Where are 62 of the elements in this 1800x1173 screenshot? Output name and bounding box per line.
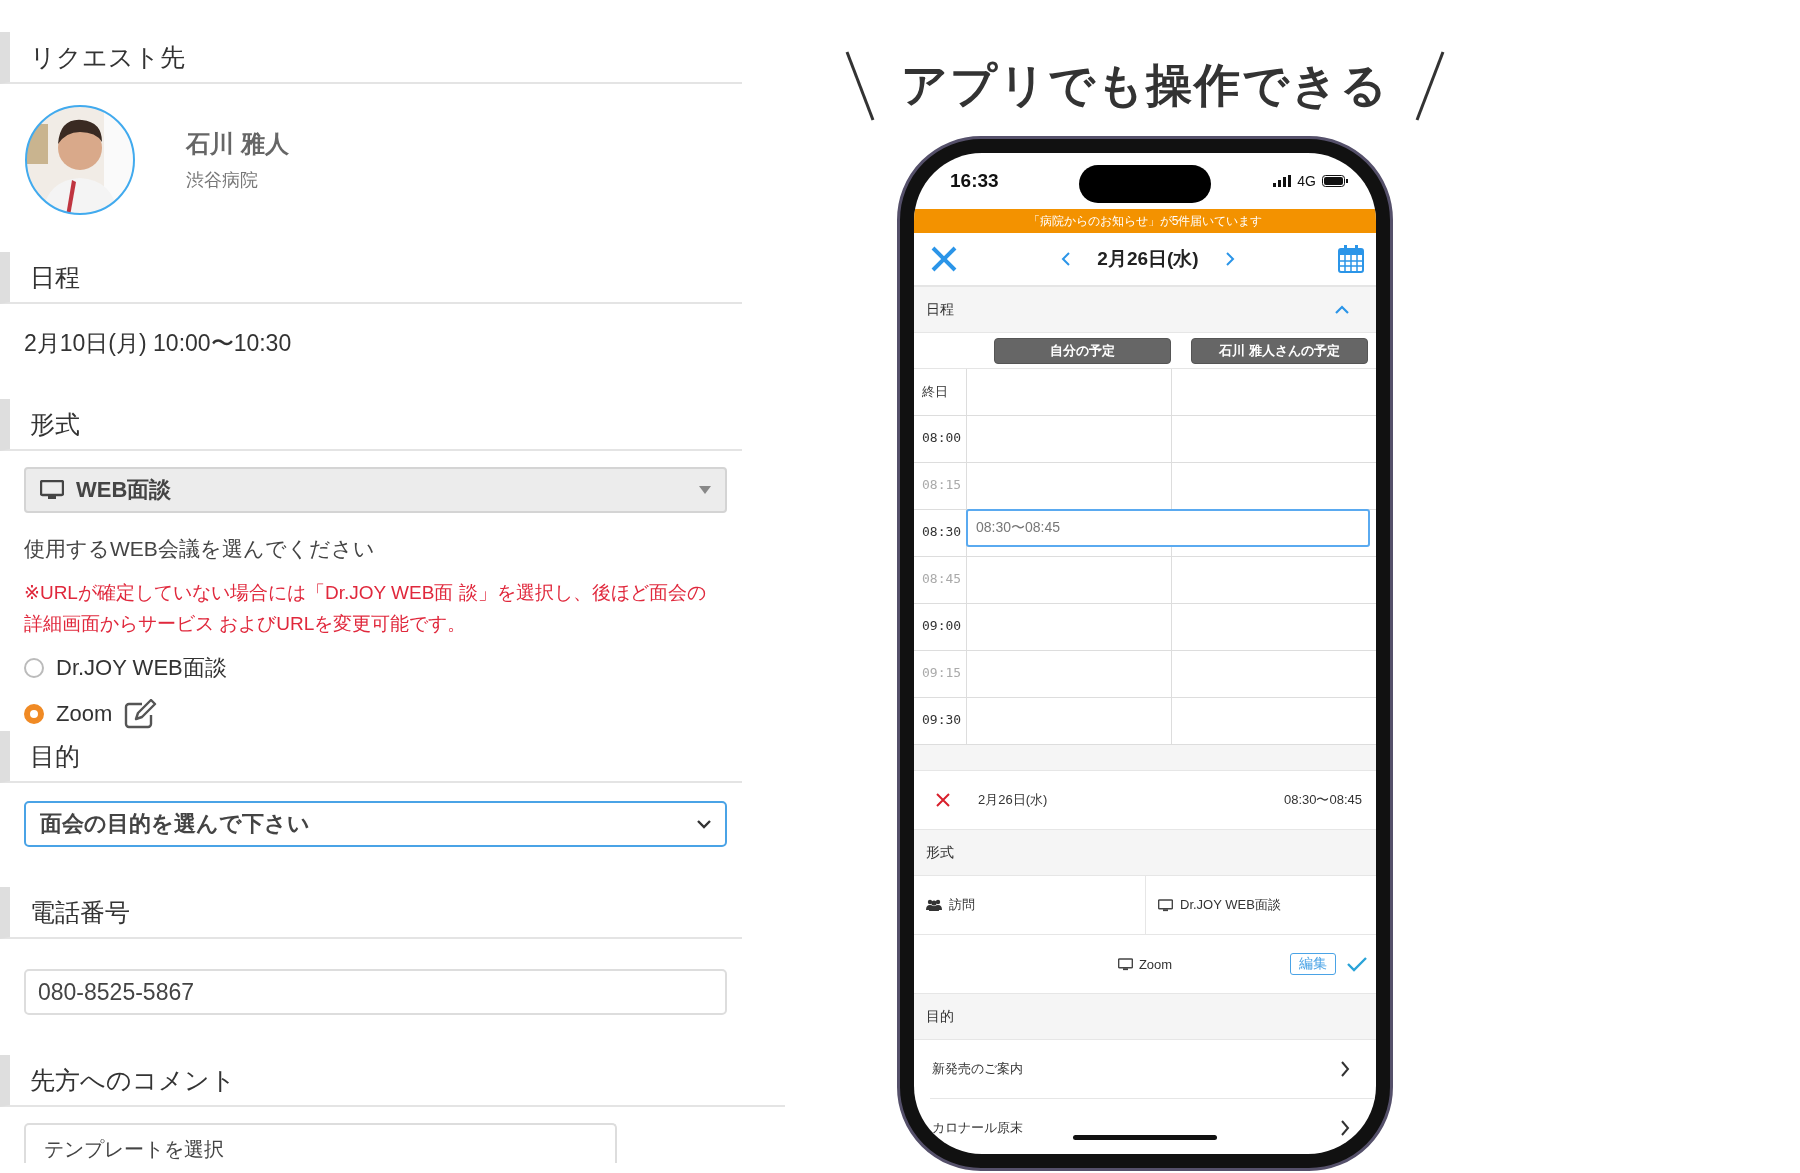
time-label: 終日 <box>921 383 949 401</box>
network-label: 4G <box>1297 173 1316 189</box>
chevron-right-icon <box>1340 1119 1350 1137</box>
warning-note: ※URLが確定していない場合には「Dr.JOY WEB面 談」を選択し、後ほど面会の詳細画面からサービス およびURLを変更可能です。 <box>24 581 707 636</box>
format-option[interactable]: 訪問 <box>949 896 975 914</box>
edit-icon[interactable] <box>124 699 159 729</box>
selected-time: 08:30〜08:45 <box>1283 791 1362 809</box>
time-label: 08:30 <box>921 523 963 541</box>
chevron-right-icon <box>1340 1060 1350 1078</box>
doctor-name: 石川 雅人 <box>186 129 289 159</box>
time-label: 08:00 <box>921 429 963 447</box>
monitor-icon <box>1158 898 1173 912</box>
time-label: 09:30 <box>921 711 963 729</box>
format-select[interactable]: WEB面談 <box>24 467 727 513</box>
section-heading: 電話番号 <box>0 887 742 939</box>
time-label: 09:00 <box>921 617 963 635</box>
delete-icon[interactable] <box>936 793 950 807</box>
phone-input-field[interactable]: 080-8525-5867 <box>24 969 727 1015</box>
chevron-up-icon <box>1334 304 1350 315</box>
promo-title: アプリでも操作できる <box>901 58 1389 113</box>
column-tab[interactable]: 石川 雅人さんの予定 <box>1191 337 1368 364</box>
status-time: 16:33 <box>950 170 999 192</box>
purpose-item[interactable]: 新発売のご案内 <box>930 1040 1376 1099</box>
time-label: 08:15 <box>921 476 963 494</box>
time-label: 08:45 <box>921 570 963 588</box>
format-option[interactable]: Zoom <box>1138 956 1173 972</box>
section-heading: 先方へのコメント <box>0 1055 785 1107</box>
slash-icon <box>1415 50 1445 122</box>
people-icon <box>926 899 942 911</box>
time-label: 09:15 <box>921 664 963 682</box>
radio-label: Zoom <box>56 701 113 727</box>
radio-label: Dr.JOY WEB面談 <box>56 654 227 682</box>
schedule-text: 2月10日(月) 10:00〜10:30 <box>24 329 293 358</box>
column-tab[interactable]: 自分の予定 <box>994 337 1171 364</box>
section-heading: リクエスト先 <box>0 32 742 84</box>
hospital-name: 渋谷病院 <box>186 169 259 192</box>
radio-button[interactable] <box>24 658 44 678</box>
selected-date: 2月26日(水) <box>978 791 1048 809</box>
monitor-icon <box>1117 957 1133 971</box>
close-icon[interactable] <box>930 245 958 273</box>
section-heading: 日程 <box>0 252 742 304</box>
calendar-icon[interactable] <box>1338 245 1364 273</box>
radio-button[interactable] <box>24 704 44 724</box>
section-header[interactable]: 日程 <box>914 287 1376 333</box>
chevron-down-icon <box>697 819 711 829</box>
event-block[interactable]: 08:30〜08:45 <box>966 509 1370 547</box>
instruction-text: 使用するWEB会議を選んでください <box>24 536 376 562</box>
section-header: 形式 <box>914 830 1376 876</box>
chevron-left-icon[interactable] <box>1061 251 1072 267</box>
section-heading: 目的 <box>0 731 742 783</box>
template-select[interactable]: テンプレートを選択 <box>24 1123 617 1163</box>
chevron-right-icon[interactable] <box>1224 251 1235 267</box>
monitor-icon <box>40 480 64 500</box>
signal-icon <box>1273 175 1292 187</box>
caret-icon <box>699 486 711 494</box>
section-header: 目的 <box>914 994 1376 1040</box>
format-option[interactable]: Dr.JOY WEB面談 <box>1180 896 1281 914</box>
battery-icon <box>1322 175 1348 187</box>
date-title: 2月26日(水) <box>1097 247 1199 271</box>
slash-icon <box>845 50 875 122</box>
purpose-select[interactable]: 面会の目的を選んで下さい <box>24 801 727 847</box>
section-heading: 形式 <box>0 399 742 451</box>
